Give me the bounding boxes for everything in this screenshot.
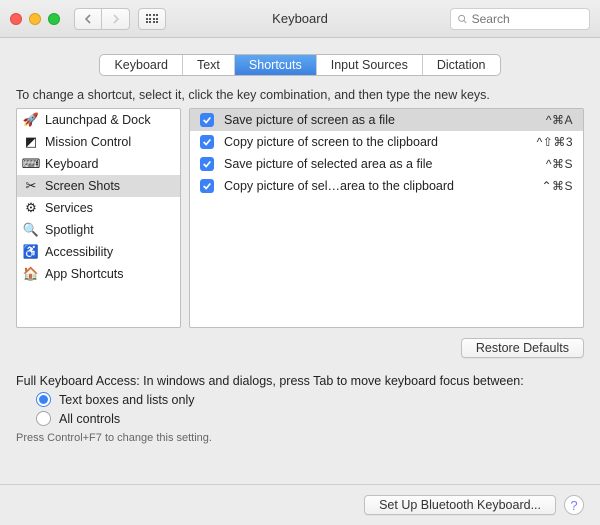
category-item[interactable]: 🚀 Launchpad & Dock [17,109,180,131]
category-icon: ⚙ [23,200,39,216]
titlebar: Keyboard [0,0,600,38]
minimize-button[interactable] [29,13,41,25]
category-label: Launchpad & Dock [45,113,151,127]
traffic-lights [10,13,60,25]
category-label: Services [45,201,93,215]
radio-icon [36,411,51,426]
checkbox[interactable] [200,135,214,149]
fka-option-text-boxes[interactable]: Text boxes and lists only [36,392,584,407]
shortcut-row[interactable]: Copy picture of screen to the clipboard ^… [190,131,583,153]
category-icon: ◩ [23,134,39,150]
show-all-button[interactable] [138,8,166,30]
shortcut-label: Copy picture of sel…area to the clipboar… [224,179,531,193]
restore-defaults-button[interactable]: Restore Defaults [461,338,584,358]
tab-text[interactable]: Text [183,55,235,75]
category-icon: 🔍 [23,222,39,238]
window-title: Keyboard [272,11,328,26]
category-icon: 🚀 [23,112,39,128]
checkbox[interactable] [200,113,214,127]
category-icon: 🏠 [23,266,39,282]
shortcut-label: Save picture of screen as a file [224,113,536,127]
grid-icon [146,14,159,23]
bluetooth-keyboard-button[interactable]: Set Up Bluetooth Keyboard... [364,495,556,515]
full-keyboard-access: Full Keyboard Access: In windows and dia… [16,374,584,444]
tab-keyboard[interactable]: Keyboard [100,55,183,75]
search-field[interactable] [450,8,590,30]
category-icon: ⌨ [23,156,39,172]
category-item[interactable]: ✂ Screen Shots [17,175,180,197]
fka-title: Full Keyboard Access: In windows and dia… [16,374,584,388]
tabs: KeyboardTextShortcutsInput SourcesDictat… [99,54,500,76]
close-button[interactable] [10,13,22,25]
tab-input-sources[interactable]: Input Sources [317,55,423,75]
tab-shortcuts[interactable]: Shortcuts [235,55,317,75]
category-label: Accessibility [45,245,113,259]
category-label: Mission Control [45,135,131,149]
instruction-text: To change a shortcut, select it, click t… [16,88,584,102]
search-icon [457,13,468,25]
tab-dictation[interactable]: Dictation [423,55,500,75]
shortcut-list[interactable]: Save picture of screen as a file ^⌘A Copy … [189,108,584,328]
shortcut-keys[interactable]: ^⌘A [546,113,573,127]
fka-hint: Press Control+F7 to change this setting. [16,432,584,444]
search-input[interactable] [472,12,583,26]
category-icon: ♿ [23,244,39,260]
shortcut-label: Copy picture of screen to the clipboard [224,135,527,149]
category-label: Spotlight [45,223,94,237]
category-item[interactable]: 🏠 App Shortcuts [17,263,180,285]
category-label: Keyboard [45,157,99,171]
checkbox[interactable] [200,157,214,171]
category-item[interactable]: ⌨ Keyboard [17,153,180,175]
shortcut-row[interactable]: Save picture of screen as a file ^⌘A [190,109,583,131]
shortcut-row[interactable]: Copy picture of sel…area to the clipboar… [190,175,583,197]
category-icon: ✂ [23,178,39,194]
bottom-bar: Set Up Bluetooth Keyboard... ? [0,484,600,525]
category-item[interactable]: ◩ Mission Control [17,131,180,153]
category-list[interactable]: 🚀 Launchpad & Dock ◩ Mission Control ⌨ Keyboa… [16,108,181,328]
category-item[interactable]: ⚙ Services [17,197,180,219]
help-button[interactable]: ? [564,495,584,515]
fka-option1-label: Text boxes and lists only [59,393,195,407]
content: KeyboardTextShortcutsInput SourcesDictat… [0,38,600,454]
category-label: Screen Shots [45,179,120,193]
fka-option-all-controls[interactable]: All controls [36,411,584,426]
forward-button[interactable] [102,8,130,30]
shortcut-keys[interactable]: ^⌘S [546,157,573,171]
shortcut-keys[interactable]: ⌃⌘S [541,179,573,193]
shortcut-label: Save picture of selected area as a file [224,157,536,171]
back-button[interactable] [74,8,102,30]
category-item[interactable]: 🔍 Spotlight [17,219,180,241]
radio-icon [36,392,51,407]
zoom-button[interactable] [48,13,60,25]
nav-buttons [74,8,130,30]
category-item[interactable]: ♿ Accessibility [17,241,180,263]
checkbox[interactable] [200,179,214,193]
shortcut-row[interactable]: Save picture of selected area as a file ^… [190,153,583,175]
fka-option2-label: All controls [59,412,120,426]
category-label: App Shortcuts [45,267,124,281]
shortcut-keys[interactable]: ^⇧⌘3 [537,135,573,149]
